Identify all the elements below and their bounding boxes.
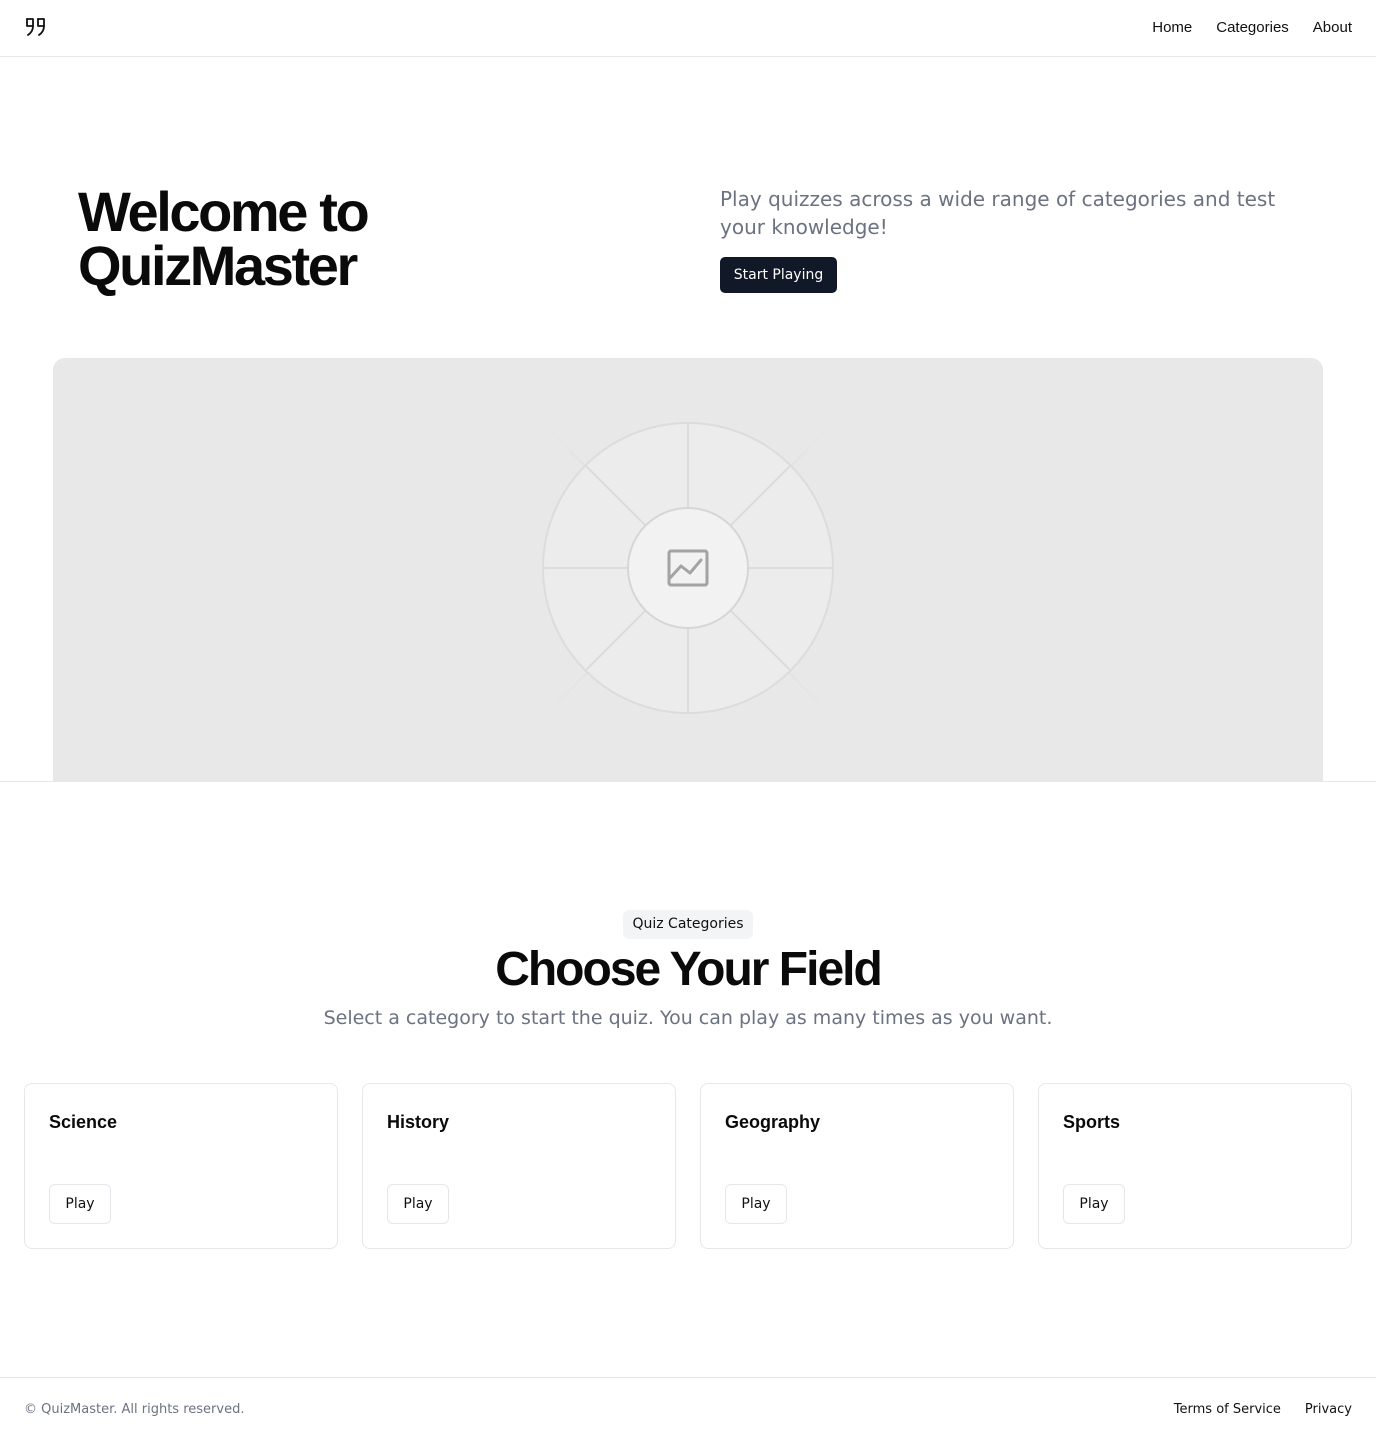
footer-links: Terms of Service Privacy <box>1174 1402 1352 1418</box>
category-card-science: Science Play <box>24 1083 338 1249</box>
privacy-link[interactable]: Privacy <box>1305 1402 1352 1418</box>
section-subtitle: Select a category to start the quiz. You… <box>323 1007 1053 1029</box>
hero-title: Welcome to QuizMaster <box>78 180 370 297</box>
play-history-button[interactable]: Play <box>387 1184 449 1224</box>
play-geography-button[interactable]: Play <box>725 1184 787 1224</box>
categories-section: Quiz Categories Choose Your Field Select… <box>0 782 1376 1377</box>
hero-image-placeholder <box>53 358 1323 781</box>
category-card-history: History Play <box>362 1083 676 1249</box>
nav-about-link[interactable]: About <box>1313 18 1352 38</box>
section-title: Choose Your Field <box>495 943 883 996</box>
category-title: Sports <box>1063 1112 1121 1132</box>
hero-section: Welcome to QuizMaster Play quizzes acros… <box>0 57 1376 782</box>
hero-description: Play quizzes across a wide range of cate… <box>720 187 1276 239</box>
nav-categories-link[interactable]: Categories <box>1216 18 1289 38</box>
category-title: Science <box>49 1112 118 1132</box>
terms-of-service-link[interactable]: Terms of Service <box>1174 1402 1281 1418</box>
site-header: Home Categories About <box>0 0 1376 57</box>
nav-home-link[interactable]: Home <box>1152 18 1192 38</box>
quote-logo-icon[interactable] <box>24 16 48 40</box>
site-footer: © QuizMaster. All rights reserved. Terms… <box>0 1377 1376 1442</box>
section-badge: Quiz Categories <box>623 910 753 939</box>
copyright-text: © QuizMaster. All rights reserved. <box>24 1402 245 1417</box>
start-playing-button[interactable]: Start Playing <box>720 257 837 293</box>
category-card-sports: Sports Play <box>1038 1083 1352 1249</box>
category-title: Geography <box>725 1112 821 1132</box>
category-card-geography: Geography Play <box>700 1083 1014 1249</box>
main-nav: Home Categories About <box>1152 18 1352 38</box>
play-sports-button[interactable]: Play <box>1063 1184 1125 1224</box>
category-title: History <box>387 1112 450 1132</box>
category-cards: Science Play History Play Geography Play… <box>24 1083 1352 1249</box>
image-placeholder-graphic <box>487 367 889 778</box>
play-science-button[interactable]: Play <box>49 1184 111 1224</box>
